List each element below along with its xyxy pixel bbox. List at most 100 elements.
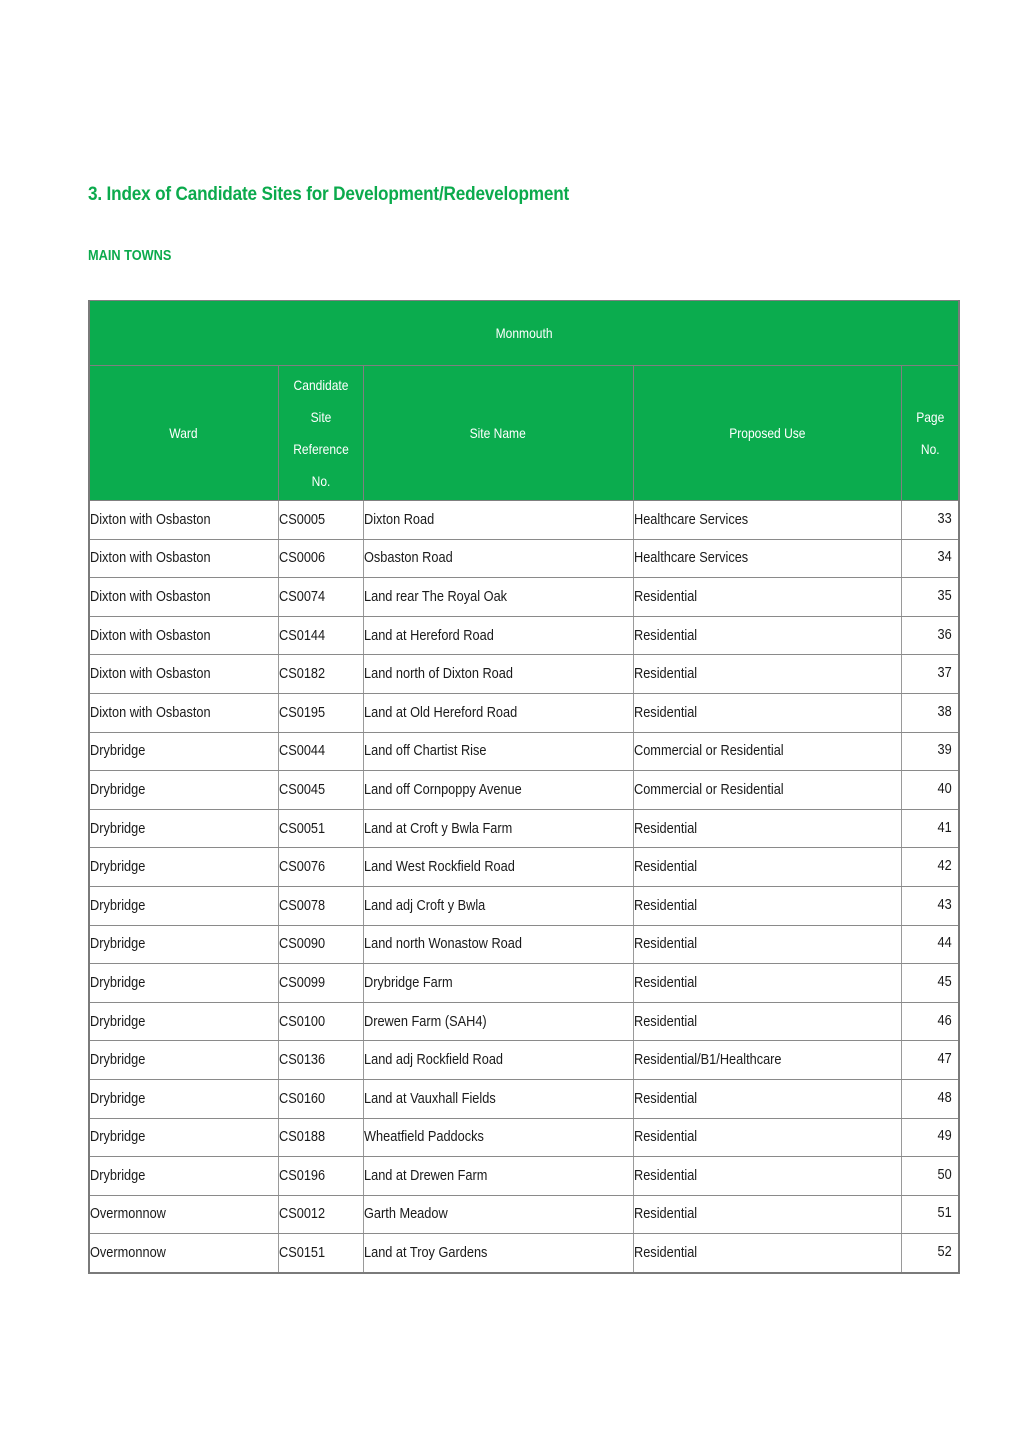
cell-name: Drewen Farm (SAH4) xyxy=(362,1001,634,1042)
cell-page: 42 xyxy=(900,847,960,887)
cell-ward-text: Dixton with Osbaston xyxy=(90,704,211,721)
cell-ward: Drybridge xyxy=(88,924,279,965)
table-group-header-row: Monmouth xyxy=(88,300,960,366)
column-header-proposed-use: Proposed Use xyxy=(632,365,902,501)
cell-ref-text: CS0078 xyxy=(278,897,325,914)
cell-page: 51 xyxy=(900,1194,960,1235)
cell-ref: CS0160 xyxy=(277,1078,364,1119)
cell-use: Residential xyxy=(632,963,902,1003)
cell-ref: CS0044 xyxy=(277,731,364,772)
cell-use: Healthcare Services xyxy=(632,538,902,579)
cell-name: Drybridge Farm xyxy=(362,963,634,1003)
cell-name: Land off Chartist Rise xyxy=(362,731,634,772)
cell-name-text: Land adj Croft y Bwla xyxy=(363,897,485,914)
cell-page-text: 52 xyxy=(937,1244,952,1261)
table-group-header-monmouth: Monmouth xyxy=(88,300,960,366)
cell-name-text: Land rear The Royal Oak xyxy=(363,588,507,605)
cell-ward-text: Drybridge xyxy=(90,1013,146,1030)
cell-page-text: 46 xyxy=(937,1012,952,1029)
column-header-ward-label: Ward xyxy=(169,425,198,441)
cell-name: Land at Vauxhall Fields xyxy=(362,1078,634,1119)
cell-name-text: Land off Cornpoppy Avenue xyxy=(363,781,522,798)
cell-ward: Overmonnow xyxy=(88,1233,279,1274)
cell-ref-text: CS0044 xyxy=(278,743,325,760)
cell-name-text: Wheatfield Paddocks xyxy=(363,1129,484,1146)
cell-ref-text: CS0005 xyxy=(278,511,325,528)
cell-use: Residential xyxy=(632,885,902,926)
table-row: Drybridge CS0160 Land at Vauxhall Fields Re… xyxy=(88,1078,960,1119)
cell-page: 37 xyxy=(900,654,960,694)
cell-page-text: 38 xyxy=(937,703,952,720)
cell-use: Commercial or Residential xyxy=(632,770,902,810)
table-head: Monmouth Ward Candidate Site Reference N… xyxy=(88,300,960,501)
cell-name: Garth Meadow xyxy=(362,1194,634,1235)
cell-use-text: Residential xyxy=(633,859,697,876)
cell-name-text: Land at Drewen Farm xyxy=(363,1167,487,1184)
table-row: Dixton with Osbaston CS0074 Land rear The … xyxy=(88,577,960,617)
cell-name: Osbaston Road xyxy=(362,538,634,579)
cell-ref-text: CS0012 xyxy=(278,1206,325,1223)
cell-ref: CS0005 xyxy=(277,500,364,540)
cell-page-text: 41 xyxy=(937,819,952,836)
cell-page: 34 xyxy=(900,538,960,579)
cell-use-text: Residential xyxy=(633,1206,697,1223)
document-page: 3. Index of Candidate Sites for Developm… xyxy=(0,0,1020,1443)
cell-use: Residential xyxy=(632,654,902,694)
cell-page: 39 xyxy=(900,731,960,772)
cell-ref: CS0196 xyxy=(277,1156,364,1196)
table-row: Drybridge CS0188 Wheatfield Paddocks Reside… xyxy=(88,1117,960,1158)
cell-use: Residential xyxy=(632,1233,902,1274)
cell-name-text: Land north Wonastow Road xyxy=(363,936,522,953)
cell-use: Residential xyxy=(632,1194,902,1235)
cell-page-text: 44 xyxy=(937,935,952,952)
cell-page-text: 40 xyxy=(937,780,952,797)
cell-page: 49 xyxy=(900,1117,960,1158)
cell-ward: Dixton with Osbaston xyxy=(88,500,279,540)
column-header-ref-label: Candidate Site Reference No. xyxy=(292,377,349,489)
cell-page: 40 xyxy=(900,770,960,810)
section-label-main-towns: MAIN TOWNS xyxy=(88,248,172,264)
cell-ref: CS0090 xyxy=(277,924,364,965)
cell-ward: Drybridge xyxy=(88,1156,279,1196)
cell-use-text: Residential/B1/Healthcare xyxy=(633,1052,782,1069)
table-row: Dixton with Osbaston CS0006 Osbaston Road H… xyxy=(88,538,960,579)
cell-page: 43 xyxy=(900,885,960,926)
cell-name-text: Dixton Road xyxy=(363,511,434,528)
cell-name-text: Land at Troy Gardens xyxy=(363,1245,487,1262)
cell-ward-text: Drybridge xyxy=(90,820,146,837)
cell-use: Residential/B1/Healthcare xyxy=(632,1040,902,1080)
cell-ward: Drybridge xyxy=(88,1117,279,1158)
cell-ward: Drybridge xyxy=(88,847,279,887)
cell-ward: Drybridge xyxy=(88,1001,279,1042)
cell-name: Wheatfield Paddocks xyxy=(362,1117,634,1158)
table-body: Dixton with Osbaston CS0005 Dixton Road Hea… xyxy=(88,500,960,1274)
cell-use-text: Commercial or Residential xyxy=(633,743,784,760)
candidate-sites-table-wrapper: Monmouth Ward Candidate Site Reference N… xyxy=(88,300,961,1274)
cell-name-text: Land at Old Hereford Road xyxy=(363,704,517,721)
table-row: Overmonnow CS0151 Land at Troy Gardens Resi… xyxy=(88,1233,960,1274)
cell-name: Land West Rockfield Road xyxy=(362,847,634,887)
cell-name: Land at Croft y Bwla Farm xyxy=(362,808,634,849)
cell-ref: CS0188 xyxy=(277,1117,364,1158)
column-header-page-no: Page No. xyxy=(900,365,960,501)
cell-ref: CS0076 xyxy=(277,847,364,887)
table-row: Drybridge CS0099 Drybridge Farm Residential… xyxy=(88,963,960,1003)
cell-ward: Dixton with Osbaston xyxy=(88,692,279,733)
cell-ward: Drybridge xyxy=(88,963,279,1003)
cell-ref-text: CS0195 xyxy=(278,704,325,721)
cell-name: Land at Drewen Farm xyxy=(362,1156,634,1196)
cell-ref-text: CS0074 xyxy=(278,588,325,605)
cell-use: Residential xyxy=(632,1001,902,1042)
cell-ward: Drybridge xyxy=(88,770,279,810)
cell-ward-text: Drybridge xyxy=(90,1052,146,1069)
cell-name-text: Drewen Farm (SAH4) xyxy=(363,1013,487,1030)
cell-page: 46 xyxy=(900,1001,960,1042)
cell-page-text: 49 xyxy=(937,1128,952,1145)
table-row: Dixton with Osbaston CS0182 Land north of … xyxy=(88,654,960,694)
cell-ref: CS0151 xyxy=(277,1233,364,1274)
cell-ward: Drybridge xyxy=(88,731,279,772)
cell-ward-text: Drybridge xyxy=(90,897,146,914)
cell-ref-text: CS0151 xyxy=(278,1245,325,1262)
cell-ward: Dixton with Osbaston xyxy=(88,538,279,579)
cell-name: Land rear The Royal Oak xyxy=(362,577,634,617)
